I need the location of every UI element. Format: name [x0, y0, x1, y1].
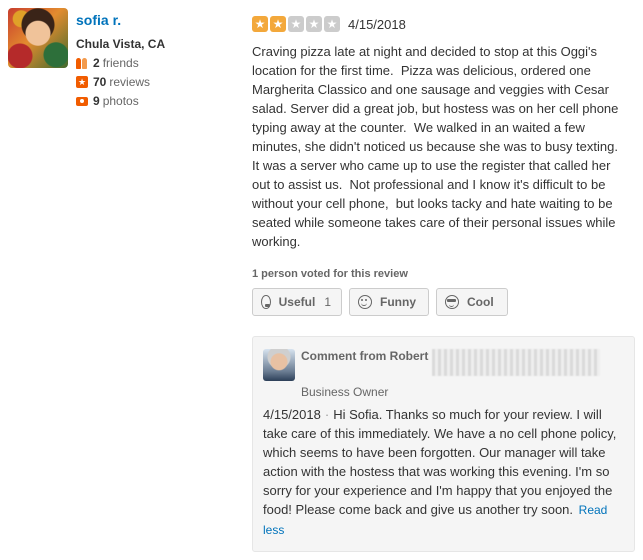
funny-label: Funny — [380, 295, 416, 309]
date-separator: · — [324, 407, 330, 422]
reviewer-avatar[interactable] — [8, 8, 68, 68]
friends-count: 2 — [93, 56, 100, 70]
owner-comment-date: 4/15/2018 — [263, 407, 321, 422]
owner-comment: Comment from Robert Business Owner 4/15/… — [252, 336, 635, 552]
useful-icon — [261, 295, 271, 309]
rating-row: ★ ★ ★ ★ ★ 4/15/2018 — [252, 14, 632, 34]
redacted-business-name — [432, 349, 601, 376]
owner-comment-title: Comment from Robert — [301, 349, 601, 376]
star-icon: ★ — [270, 16, 286, 32]
star-icon: ★ — [306, 16, 322, 32]
reviewer-location: Chula Vista, CA — [76, 37, 166, 51]
photos-label: photos — [102, 94, 139, 108]
useful-label: Useful — [278, 295, 316, 309]
review-date: 4/15/2018 — [348, 16, 406, 32]
votes-summary: 1 person voted for this review — [252, 268, 408, 280]
reviewer-name[interactable]: sofia r. — [76, 12, 121, 28]
funny-button[interactable]: Funny — [349, 288, 429, 316]
owner-comment-text: Hi Sofia. Thanks so much for your review… — [263, 407, 617, 517]
owner-comment-body: 4/15/2018 · Hi Sofia. Thanks so much for y… — [263, 405, 623, 540]
owner-title-text: Comment from Robert — [301, 349, 429, 363]
star-rating: ★ ★ ★ ★ ★ — [252, 16, 340, 32]
photos-stat: 9 photos — [76, 94, 139, 108]
review-content: ★ ★ ★ ★ ★ 4/15/2018 Craving pizza late a… — [252, 14, 632, 316]
funny-icon — [358, 295, 372, 309]
friends-stat: 2 friends — [76, 56, 139, 70]
useful-button[interactable]: Useful 1 — [252, 288, 342, 316]
cool-icon — [445, 295, 459, 309]
star-icon: ★ — [288, 16, 304, 32]
reviews-stat: ★ 70 reviews — [76, 75, 150, 89]
star-icon: ★ — [324, 16, 340, 32]
owner-avatar[interactable] — [263, 349, 295, 381]
useful-count: 1 — [324, 295, 331, 309]
friends-label: friends — [102, 56, 139, 70]
vote-buttons: Useful 1 Funny Cool — [252, 288, 632, 316]
reviews-label: reviews — [109, 75, 151, 89]
reviews-count: 70 — [93, 75, 107, 89]
review-text: Craving pizza late at night and decided … — [252, 44, 626, 249]
photos-count: 9 — [93, 94, 100, 108]
friends-icon — [76, 57, 88, 69]
reviews-icon: ★ — [76, 76, 88, 88]
owner-role: Business Owner — [301, 385, 389, 399]
star-icon: ★ — [252, 16, 268, 32]
cool-button[interactable]: Cool — [436, 288, 508, 316]
photos-icon — [76, 95, 88, 107]
cool-label: Cool — [467, 295, 494, 309]
